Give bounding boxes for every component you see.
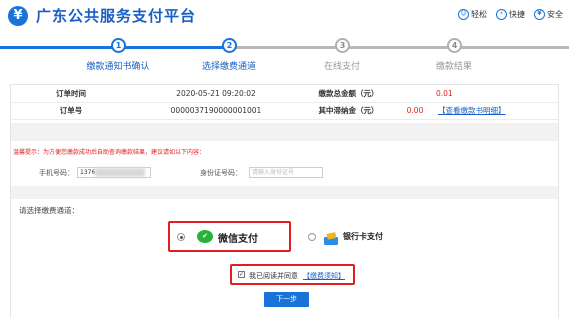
header: ¥ 广东公共服务支付平台 ☺ 轻松 ⚡ 快捷 ¥ 安全 (0, 0, 569, 32)
shield-yen-icon: ¥ (534, 9, 545, 20)
phone-label: 手机号码： (39, 169, 74, 177)
agree-checkbox[interactable]: ✓ (238, 271, 245, 278)
wechat-pay-option[interactable]: ✔ 微信支付 (168, 221, 291, 252)
bank-card-radio[interactable] (308, 233, 316, 241)
select-channel-label: 请选择缴费通道： (19, 206, 79, 215)
feature-fast-label: 快捷 (509, 10, 525, 19)
lightning-icon: ⚡ (496, 9, 507, 20)
header-feature-links: ☺ 轻松 ⚡ 快捷 ¥ 安全 (458, 9, 563, 20)
order-info-table: 订单时间 2020-05-21 09:20:02 缴款总金额（元） 0.01 订… (11, 85, 558, 120)
bank-card-icon (323, 230, 339, 245)
order-no-value: 0000037190000001001 (131, 102, 301, 120)
section-divider (11, 123, 558, 141)
order-time-value: 2020-05-21 09:20:02 (131, 85, 301, 103)
step-2-label: 选择缴费通道 (201, 62, 256, 72)
wechat-radio[interactable] (177, 233, 185, 241)
step-4-label: 缴款结果 (435, 62, 472, 72)
phone-blur-mask (95, 168, 145, 177)
contact-form-row: 手机号码： 1376 身份证号码： 请输入身份证号 (11, 165, 558, 183)
step-3-circle: 3 (335, 38, 350, 53)
warm-tip-text: 温馨提示：为方便您缴款成功后自助查询缴款结果，建议请如以下内容： (13, 149, 206, 156)
late-fee-value: 0.00 (396, 102, 434, 120)
wechat-icon: ✔ (197, 230, 213, 243)
agree-text: 我已阅读并同意 (249, 272, 298, 280)
step-3-label: 在线支付 (323, 62, 360, 72)
total-amount-value: 0.01 (396, 85, 558, 103)
step-2-circle: 2 (222, 38, 237, 53)
step-4-circle: 4 (447, 38, 462, 53)
order-row-1: 订单时间 2020-05-21 09:20:02 缴款总金额（元） 0.01 (11, 85, 558, 103)
id-number-input[interactable]: 请输入身份证号 (249, 167, 323, 178)
bank-card-pay-label[interactable]: 银行卡支付 (343, 231, 383, 242)
late-fee-label: 其中滞纳金（元） (301, 102, 396, 120)
feature-easy-label: 轻松 (471, 10, 487, 19)
smile-icon: ☺ (458, 9, 469, 20)
platform-logo-icon: ¥ (8, 6, 28, 26)
feature-safe: ¥ 安全 (534, 9, 563, 20)
feature-safe-label: 安全 (547, 10, 563, 19)
next-step-button[interactable]: 下一步 (264, 292, 309, 307)
platform-title: 广东公共服务支付平台 (36, 7, 197, 25)
view-detail-link[interactable]: 【查看缴款书明细】 (438, 106, 506, 115)
total-amount-label: 缴款总金额（元） (301, 85, 396, 103)
step-1-circle: 1 (111, 38, 126, 53)
payment-notice-link[interactable]: 【缴费须知】 (303, 271, 345, 281)
payment-panel: 订单时间 2020-05-21 09:20:02 缴款总金额（元） 0.01 订… (10, 84, 559, 318)
progress-line-pending (233, 46, 569, 49)
step-1-label: 缴款通知书确认 (86, 62, 150, 72)
agreement-box: ✓ 我已阅读并同意 【缴费须知】 (230, 264, 355, 285)
wechat-pay-label: 微信支付 (218, 234, 258, 245)
progress-steps: 1 缴款通知书确认 2 选择缴费通道 3 在线支付 4 缴款结果 (0, 34, 569, 76)
order-no-label: 订单号 (11, 102, 131, 120)
id-number-label: 身份证号码： (200, 169, 242, 177)
order-time-label: 订单时间 (11, 85, 131, 103)
feature-fast: ⚡ 快捷 (496, 9, 525, 20)
feature-easy: ☺ 轻松 (458, 9, 487, 20)
order-row-2: 订单号 0000037190000001001 其中滞纳金（元） 0.00 【查… (11, 102, 558, 120)
section-divider-2 (11, 186, 558, 199)
